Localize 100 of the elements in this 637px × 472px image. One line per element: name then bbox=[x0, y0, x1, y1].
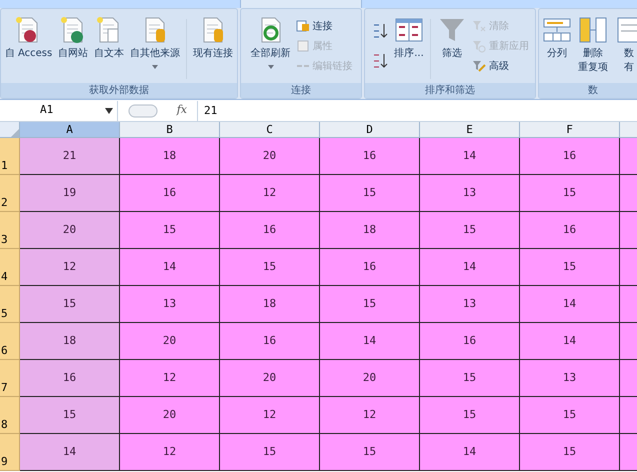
row-header[interactable]: 8 bbox=[0, 397, 20, 434]
table-cell: 21 bbox=[20, 138, 120, 175]
table-cell: 16 bbox=[220, 323, 320, 360]
row-header[interactable]: 3 bbox=[0, 212, 20, 249]
group-label: 排序和筛选 bbox=[365, 83, 535, 98]
advanced-filter-icon bbox=[472, 59, 486, 73]
ribbon-button[interactable]: 全部刷新 bbox=[248, 9, 294, 83]
table-cell: 15 bbox=[20, 397, 120, 434]
table-cell: 15 bbox=[220, 249, 320, 286]
table-cell bbox=[620, 360, 637, 397]
table-cell: 16 bbox=[320, 249, 420, 286]
column-header[interactable]: B bbox=[120, 122, 220, 138]
table-cell: 12 bbox=[120, 360, 220, 397]
triangle-icon bbox=[11, 129, 19, 137]
ribbon-button[interactable]: 排序... bbox=[391, 9, 427, 83]
column-header[interactable]: D bbox=[320, 122, 420, 138]
sort-ascending-icon[interactable] bbox=[372, 23, 388, 39]
ribbon-button[interactable]: 删除 重复项 bbox=[575, 9, 611, 83]
table-cell: 14 bbox=[120, 249, 220, 286]
row-header[interactable]: 7 bbox=[0, 360, 20, 397]
caret-icon bbox=[268, 65, 274, 69]
table-cell: 14 bbox=[20, 434, 120, 471]
table-cell bbox=[620, 397, 637, 434]
table-cell: 14 bbox=[420, 249, 520, 286]
table-cell bbox=[620, 249, 637, 286]
ribbon-button[interactable]: 筛选 bbox=[434, 9, 470, 83]
table-cell: 20 bbox=[20, 212, 120, 249]
row-header[interactable]: 1 bbox=[0, 138, 20, 175]
table-cell: 15 bbox=[320, 175, 420, 212]
table-cell: 14 bbox=[420, 138, 520, 175]
table-cell: 18 bbox=[320, 212, 420, 249]
group-label: 数 bbox=[539, 83, 637, 98]
expand-icon bbox=[128, 104, 158, 118]
ribbon-small-button[interactable]: 连接 bbox=[294, 17, 354, 35]
connection-icon bbox=[296, 19, 310, 33]
table-cell: 13 bbox=[420, 175, 520, 212]
table-cell: 20 bbox=[120, 323, 220, 360]
table-cell: 15 bbox=[420, 360, 520, 397]
row-header[interactable]: 2 bbox=[0, 175, 20, 212]
row-header[interactable]: 4 bbox=[0, 249, 20, 286]
table-cell: 18 bbox=[20, 323, 120, 360]
name-box[interactable]: A1 bbox=[0, 100, 118, 120]
sort-descending-icon[interactable] bbox=[372, 53, 388, 69]
table-cell: 18 bbox=[220, 286, 320, 323]
table-cell: 15 bbox=[220, 434, 320, 471]
table-cell: 14 bbox=[520, 323, 620, 360]
ribbon-button[interactable]: 自 Access bbox=[2, 9, 56, 83]
table-cell: 12 bbox=[220, 397, 320, 434]
table-cell: 12 bbox=[120, 434, 220, 471]
function-button[interactable]: fx bbox=[176, 102, 187, 119]
table-cell: 14 bbox=[320, 323, 420, 360]
column-header[interactable]: A bbox=[20, 122, 120, 138]
table-cell bbox=[620, 138, 637, 175]
column-header[interactable]: F bbox=[520, 122, 620, 138]
table-rows-icon bbox=[578, 15, 608, 45]
row-header[interactable]: 6 bbox=[0, 323, 20, 360]
table-cell: 15 bbox=[320, 434, 420, 471]
table-cell: 14 bbox=[420, 434, 520, 471]
table-cell bbox=[620, 286, 637, 323]
table-cell: 20 bbox=[120, 397, 220, 434]
table-cell: 16 bbox=[520, 212, 620, 249]
table-cell bbox=[620, 212, 637, 249]
table-cell bbox=[620, 175, 637, 212]
table-cell: 16 bbox=[220, 212, 320, 249]
table-cell: 13 bbox=[420, 286, 520, 323]
group-label: 连接 bbox=[241, 83, 361, 98]
table-cell bbox=[620, 323, 637, 360]
ribbon-button[interactable]: 分列 bbox=[539, 9, 575, 83]
column-header[interactable]: E bbox=[420, 122, 520, 138]
ribbon-button[interactable]: 自其他来源 bbox=[127, 9, 184, 83]
table-cell: 13 bbox=[520, 360, 620, 397]
table-cell: 15 bbox=[520, 249, 620, 286]
table-cell: 15 bbox=[420, 212, 520, 249]
table-cell: 16 bbox=[20, 360, 120, 397]
ribbon-button[interactable]: 数 有 bbox=[611, 9, 637, 83]
column-header[interactable]: C bbox=[220, 122, 320, 138]
table-cell: 16 bbox=[520, 138, 620, 175]
table-cell: 16 bbox=[320, 138, 420, 175]
ribbon-button[interactable]: 现有连接 bbox=[190, 9, 236, 83]
table-cell: 16 bbox=[420, 323, 520, 360]
ribbon-button[interactable]: 自文本 bbox=[91, 9, 128, 83]
link-icon bbox=[296, 63, 310, 69]
row-header[interactable]: 5 bbox=[0, 286, 20, 323]
table-cell: 20 bbox=[220, 138, 320, 175]
properties-icon bbox=[296, 39, 310, 53]
ribbon-button[interactable]: 自网站 bbox=[55, 9, 92, 83]
table-cell: 20 bbox=[320, 360, 420, 397]
row-header[interactable]: 9 bbox=[0, 434, 20, 471]
table-cell: 13 bbox=[120, 286, 220, 323]
dropdown-icon[interactable] bbox=[105, 108, 113, 114]
table-cell: 15 bbox=[520, 434, 620, 471]
table-cell: 12 bbox=[320, 397, 420, 434]
group-label: 获取外部数据 bbox=[1, 83, 237, 98]
table-cell: 20 bbox=[220, 360, 320, 397]
table-cell: 15 bbox=[520, 397, 620, 434]
table-cell: 15 bbox=[420, 397, 520, 434]
formula-input[interactable]: 21 bbox=[198, 100, 637, 120]
ribbon-small-button[interactable]: 高级 bbox=[470, 57, 531, 75]
table-cell: 19 bbox=[20, 175, 120, 212]
table-cell bbox=[620, 434, 637, 471]
